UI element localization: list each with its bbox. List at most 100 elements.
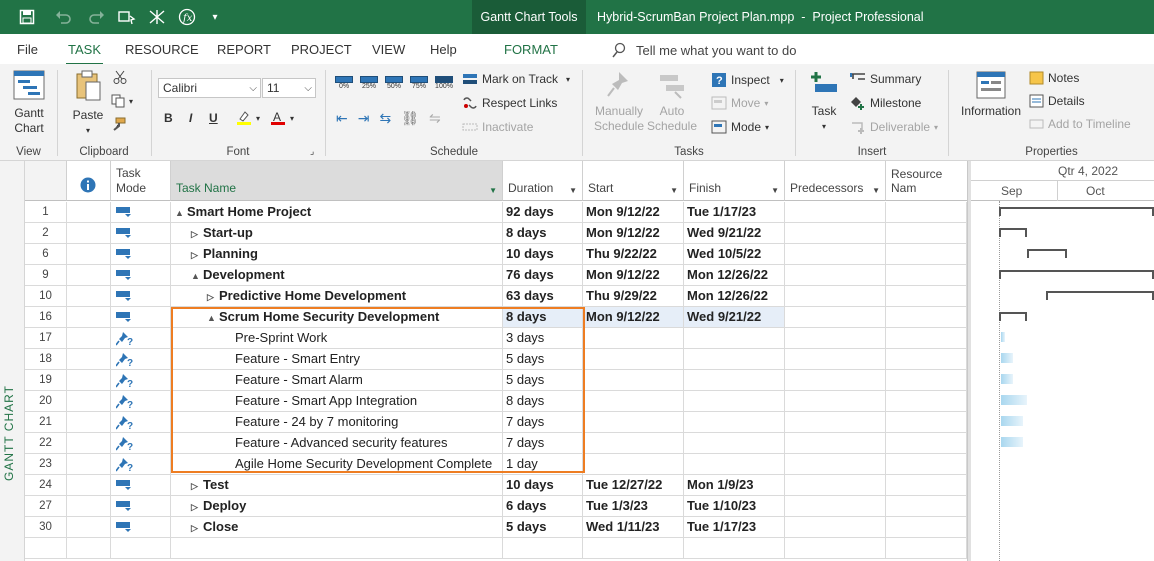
ind-cell[interactable] xyxy=(67,244,111,265)
start-cell[interactable] xyxy=(583,433,684,454)
collapse-icon[interactable]: ▲ xyxy=(191,266,203,285)
id-cell[interactable]: 17 xyxy=(25,328,67,349)
res-cell[interactable] xyxy=(886,349,967,370)
res-cell[interactable] xyxy=(886,328,967,349)
manually-schedule-button[interactable]: Manually Schedule xyxy=(591,70,647,134)
undo-icon[interactable] xyxy=(50,4,76,30)
table-row[interactable]: 23? Agile Home Security Development Compl… xyxy=(25,454,967,475)
table-row[interactable]: 24 ▷ Test 10 days Tue 12/27/22 Mon 1/9/23 xyxy=(25,475,967,496)
outdent-icon[interactable]: ⇤ xyxy=(336,110,348,127)
name-cell[interactable]: Feature - Smart Alarm xyxy=(171,370,503,391)
res-cell[interactable] xyxy=(886,517,967,538)
table-row[interactable]: 1 ▲ Smart Home Project 92 days Mon 9/12/22 Tu… xyxy=(25,202,967,223)
move-button[interactable]: Move ▾ xyxy=(711,96,768,110)
expand-icon[interactable]: ▷ xyxy=(191,224,203,243)
pred-cell[interactable] xyxy=(785,433,886,454)
start-cell[interactable] xyxy=(583,538,684,559)
start-cell[interactable]: Wed 1/11/23 xyxy=(583,517,684,538)
finish-cell[interactable]: Tue 1/17/23 xyxy=(684,517,785,538)
name-cell[interactable]: Feature - Advanced security features xyxy=(171,433,503,454)
cut-button[interactable] xyxy=(113,70,127,84)
mode-cell[interactable] xyxy=(111,265,171,286)
duration-cell[interactable]: 8 days xyxy=(503,307,583,328)
table-row[interactable]: 16 ▲ Scrum Home Security Development 8 days… xyxy=(25,307,967,328)
pct-100-button[interactable]: 100% xyxy=(434,76,454,90)
manual-task-bar[interactable] xyxy=(1001,437,1023,447)
gantt-quick-icon[interactable] xyxy=(144,4,170,30)
name-cell[interactable]: ▲ Development xyxy=(171,265,503,286)
finish-cell[interactable]: Tue 1/10/23 xyxy=(684,496,785,517)
formula-icon[interactable]: fx xyxy=(174,4,200,30)
duration-cell[interactable]: 3 days xyxy=(503,328,583,349)
tab-resource[interactable]: RESOURCE xyxy=(125,42,199,57)
summary-bar[interactable] xyxy=(1046,291,1154,300)
mode-cell[interactable] xyxy=(111,307,171,328)
duration-cell[interactable]: 76 days xyxy=(503,265,583,286)
pred-cell[interactable] xyxy=(785,265,886,286)
ind-cell[interactable] xyxy=(67,265,111,286)
start-cell[interactable] xyxy=(583,349,684,370)
duration-cell[interactable]: 92 days xyxy=(503,202,583,223)
duration-cell[interactable]: 10 days xyxy=(503,244,583,265)
manual-task-bar[interactable] xyxy=(1001,353,1013,363)
duration-cell[interactable]: 5 days xyxy=(503,517,583,538)
start-cell[interactable]: Thu 9/29/22 xyxy=(583,286,684,307)
duration-cell[interactable]: 1 day xyxy=(503,454,583,475)
res-cell[interactable] xyxy=(886,307,967,328)
start-cell[interactable] xyxy=(583,328,684,349)
mode-cell[interactable]: ? xyxy=(111,433,171,454)
font-color-button[interactable]: A ▾ xyxy=(270,110,294,126)
name-cell[interactable]: ▲ Scrum Home Security Development xyxy=(171,307,503,328)
duration-cell[interactable]: 5 days xyxy=(503,349,583,370)
mode-cell[interactable]: ? xyxy=(111,454,171,475)
task-mode-column-header[interactable]: Task Mode xyxy=(111,161,171,201)
select-all-corner[interactable] xyxy=(25,161,67,201)
filter-dropdown-icon[interactable]: ▼ xyxy=(489,186,497,195)
summary-bar[interactable] xyxy=(999,312,1027,321)
auto-schedule-button[interactable]: Auto Schedule xyxy=(645,70,699,134)
id-cell[interactable]: 23 xyxy=(25,454,67,475)
filter-dropdown-icon[interactable]: ▼ xyxy=(569,186,577,195)
finish-cell[interactable]: Wed 9/21/22 xyxy=(684,307,785,328)
id-cell[interactable]: 2 xyxy=(25,223,67,244)
mode-cell[interactable]: ? xyxy=(111,391,171,412)
mode-cell[interactable] xyxy=(111,517,171,538)
table-row[interactable]: 10 ▷ Predictive Home Development 63 days Thu… xyxy=(25,286,967,307)
finish-cell[interactable] xyxy=(684,328,785,349)
finish-cell[interactable] xyxy=(684,412,785,433)
insert-task-button[interactable]: Task ▾ xyxy=(804,70,844,134)
finish-cell[interactable]: Mon 1/9/23 xyxy=(684,475,785,496)
name-cell[interactable]: Feature - 24 by 7 monitoring xyxy=(171,412,503,433)
customize-qat-icon[interactable]: ▾ xyxy=(202,4,228,30)
summary-bar[interactable] xyxy=(999,207,1154,216)
paste-button[interactable]: Paste ▾ xyxy=(70,70,106,138)
start-cell[interactable]: Mon 9/12/22 xyxy=(583,202,684,223)
pct-0-button[interactable]: 0% xyxy=(334,76,354,90)
pct-50-button[interactable]: 50% xyxy=(384,76,404,90)
split-task-icon[interactable]: ⇋ xyxy=(429,110,441,127)
res-cell[interactable] xyxy=(886,496,967,517)
start-cell[interactable]: Mon 9/12/22 xyxy=(583,265,684,286)
mode-cell[interactable]: ? xyxy=(111,328,171,349)
expand-icon[interactable]: ▷ xyxy=(191,245,203,264)
tab-file[interactable]: File xyxy=(17,42,38,57)
ind-cell[interactable] xyxy=(67,412,111,433)
summary-bar[interactable] xyxy=(999,270,1154,279)
bold-button[interactable]: B xyxy=(164,111,173,125)
start-cell[interactable]: Thu 9/22/22 xyxy=(583,244,684,265)
pred-cell[interactable] xyxy=(785,454,886,475)
tab-task[interactable]: TASK xyxy=(66,42,103,65)
mode-cell[interactable] xyxy=(111,538,171,559)
pred-cell[interactable] xyxy=(785,202,886,223)
filter-dropdown-icon[interactable]: ▼ xyxy=(771,186,779,195)
manual-task-bar[interactable] xyxy=(1001,374,1013,384)
name-cell[interactable]: ▷ Close xyxy=(171,517,503,538)
font-size-combo[interactable]: 11 ⌵ xyxy=(262,78,316,98)
name-cell[interactable]: Pre-Sprint Work xyxy=(171,328,503,349)
underline-button[interactable]: U xyxy=(209,111,218,125)
finish-cell[interactable] xyxy=(684,349,785,370)
ind-cell[interactable] xyxy=(67,223,111,244)
res-cell[interactable] xyxy=(886,475,967,496)
ind-cell[interactable] xyxy=(67,496,111,517)
name-cell[interactable]: ▲ Smart Home Project xyxy=(171,202,503,223)
